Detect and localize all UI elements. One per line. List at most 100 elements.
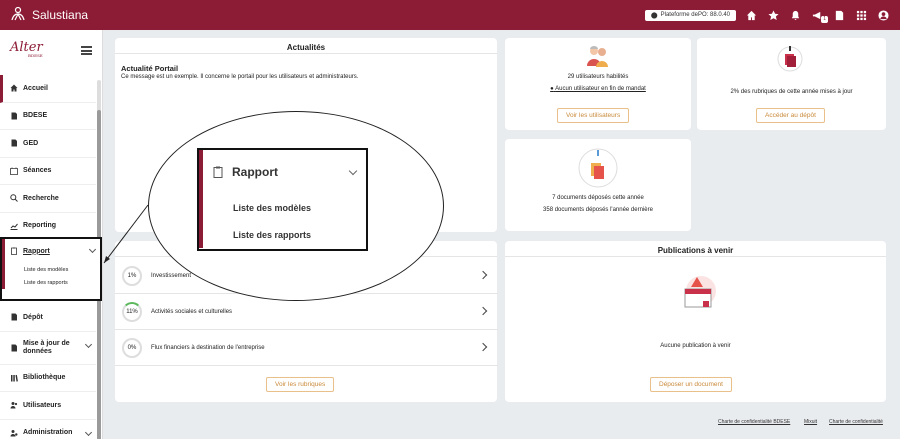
docs-this-year: 7 documents déposés cette année — [552, 195, 644, 201]
zoom-rapport-menu: Rapport Liste des modèles Liste des rapp… — [197, 148, 368, 251]
sidebar-item-mise-a-jour[interactable]: Mise à jour de données — [0, 332, 96, 365]
chevron-down-icon — [84, 340, 93, 348]
users-count-text: 29 utilisateurs habilités — [567, 74, 629, 80]
sidebar-item-reporting[interactable]: Reporting — [0, 213, 96, 240]
sidebar-item-label: Reporting — [23, 222, 57, 230]
depot-card: 2% des rubriques de cette année mises à … — [697, 38, 886, 130]
user-account-icon[interactable] — [877, 9, 890, 22]
sidebar-item-accueil[interactable]: Accueil — [0, 75, 96, 103]
actualite-heading: Actualité Portail — [121, 64, 179, 73]
sidebar-item-label: Recherche — [23, 194, 59, 202]
zoom-subitem-liste-rapports[interactable]: Liste des rapports — [199, 221, 366, 248]
upload-document-button[interactable]: Déposer un document — [650, 377, 732, 392]
chevron-down-icon — [88, 245, 97, 254]
platform-badge[interactable]: ⬤ Plateforme dePO: 88.0.40 — [644, 9, 736, 21]
view-rubriques-button[interactable]: Voir les rubriques — [266, 377, 335, 392]
upload-icon — [10, 313, 18, 321]
rubrique-label: Flux financiers à destination de l'entre… — [151, 344, 265, 351]
library-icon — [10, 374, 18, 382]
mandate-link[interactable]: ● Aucun utilisateur en fin de mandat — [505, 86, 691, 92]
document-icon — [10, 139, 18, 147]
top-bar: Salustiana ⬤ Plateforme dePO: 88.0.40 1 — [0, 0, 900, 30]
users-icon — [10, 401, 18, 409]
rubrique-label: Activités sociales et culturelles — [151, 308, 233, 315]
document-icon — [10, 112, 18, 120]
sidebar-subitem-liste-modeles[interactable]: Liste des modèles — [2, 263, 100, 276]
notification-count: 1 — [821, 15, 828, 23]
document-icon[interactable] — [833, 9, 846, 22]
calendar-icon — [10, 167, 18, 175]
brand[interactable]: Salustiana — [10, 6, 88, 25]
star-icon[interactable] — [767, 9, 780, 22]
publications-empty: Aucune publication à venir — [660, 343, 731, 349]
sidebar-item-label: Dépôt — [23, 313, 43, 321]
view-users-button[interactable]: Voir les utilisateurs — [557, 108, 630, 123]
documents-illustration-icon — [578, 148, 618, 188]
users-card: 29 utilisateurs habilités ● Aucun utilis… — [505, 38, 691, 130]
edit-document-icon — [10, 344, 18, 352]
chevron-right-icon — [478, 306, 488, 316]
sidebar-item-label: Administration — [23, 429, 73, 437]
sidebar-item-utilisateurs[interactable]: Utilisateurs — [0, 392, 96, 420]
progress-ring: 1% — [122, 265, 142, 286]
footer-link-mixuit[interactable]: Mixuit — [804, 419, 817, 425]
chevron-right-icon — [478, 342, 488, 352]
logo-subtext: BDESE — [28, 53, 43, 58]
access-depot-button[interactable]: Accéder au dépôt — [756, 108, 825, 123]
depot-illustration-icon — [777, 46, 803, 72]
publications-title: Publications à venir — [505, 241, 886, 257]
rubrique-percent: 1% — [127, 272, 137, 279]
sidebar: Alter BDESE Accueil BDESE GED Séances Rec… — [0, 30, 103, 439]
documents-card: 7 documents déposés cette année 358 docu… — [505, 139, 691, 231]
sidebar-item-administration[interactable]: Administration — [0, 420, 96, 439]
menu-toggle-icon[interactable] — [81, 46, 92, 55]
search-icon — [10, 194, 18, 203]
publications-card: Publications à venir Aucune publication … — [505, 241, 886, 402]
sidebar-item-label: Utilisateurs — [23, 401, 62, 409]
progress-ring: 0% — [122, 337, 142, 358]
sidebar-item-bdese[interactable]: BDESE — [0, 103, 96, 130]
zoom-rapport-label: Rapport — [232, 165, 278, 179]
sidebar-item-label: Bibliothèque — [23, 374, 66, 382]
sidebar-item-label: Mise à jour de données — [23, 339, 70, 355]
zoom-subitem-liste-modeles[interactable]: Liste des modèles — [199, 194, 366, 221]
people-logo-icon — [10, 6, 26, 25]
mandate-link-label: Aucun utilisateur en fin de mandat — [555, 86, 646, 92]
rubrique-row[interactable]: 0% Flux financiers à destination de l'en… — [115, 330, 498, 366]
home-icon — [10, 84, 18, 92]
zoom-rapport-header[interactable]: Rapport — [199, 150, 366, 194]
location-pin-icon: ⬤ — [650, 12, 658, 19]
sidebar-item-label: Séances — [23, 167, 52, 175]
sidebar-rapport-group: Rapport Liste des modèles Liste des rapp… — [0, 237, 102, 301]
sidebar-item-ged[interactable]: GED — [0, 130, 96, 158]
footer-link-charte-bdese[interactable]: Charte de confidentialité BDESE — [718, 419, 790, 425]
sidebar-item-label: Accueil — [23, 84, 48, 92]
sidebar-item-recherche[interactable]: Recherche — [0, 185, 96, 213]
rubrique-percent: 11% — [126, 308, 138, 315]
footer-link-charte[interactable]: Charte de confidentialité — [829, 419, 883, 425]
app-title: Salustiana — [32, 8, 89, 22]
bell-icon[interactable] — [789, 9, 802, 22]
depot-text: 2% des rubriques de cette année mises à … — [730, 89, 853, 95]
sidebar-item-rapport[interactable]: Rapport — [2, 239, 100, 263]
sidebar-item-seances[interactable]: Séances — [0, 158, 96, 185]
sidebar-item-depot[interactable]: Dépôt — [0, 304, 96, 332]
apps-grid-icon[interactable] — [855, 9, 868, 22]
chevron-down-icon — [348, 166, 358, 176]
sidebar-subitem-liste-rapports[interactable]: Liste des rapports — [2, 276, 100, 289]
info-icon: ● — [550, 86, 554, 92]
home-icon[interactable] — [745, 9, 758, 22]
calendar-illustration-icon — [684, 276, 716, 308]
chevron-right-icon — [478, 270, 488, 280]
actualite-message: Ce message est un exemple. Il concerne l… — [121, 74, 359, 80]
sidebar-item-bibliotheque[interactable]: Bibliothèque — [0, 365, 96, 392]
megaphone-icon[interactable]: 1 — [811, 9, 828, 23]
clipboard-icon — [213, 166, 223, 178]
actualites-title: Actualités — [115, 38, 497, 54]
rubrique-percent: 0% — [127, 344, 137, 351]
sidebar-item-label: BDESE — [23, 112, 48, 120]
chart-icon — [10, 222, 18, 230]
logo[interactable]: Alter BDESE — [10, 40, 50, 62]
progress-ring: 11% — [122, 301, 142, 322]
clipboard-icon — [10, 247, 18, 255]
